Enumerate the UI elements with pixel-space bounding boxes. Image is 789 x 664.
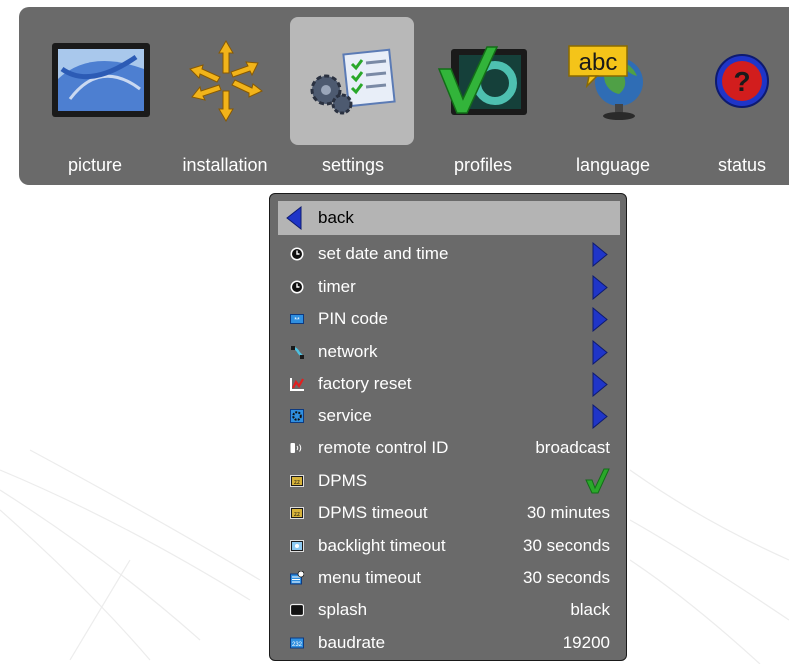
picture-icon (52, 43, 150, 117)
menu-item-label: set date and time (318, 244, 449, 263)
svg-text:zz: zz (294, 512, 300, 518)
menu-item-back[interactable]: back (278, 201, 620, 235)
back-arrow-icon (286, 206, 302, 230)
factory-reset-icon (290, 378, 304, 391)
pin-code-icon: ** (290, 314, 304, 324)
status-icon: ? (715, 54, 769, 108)
dpms-icon: zz (290, 507, 304, 519)
menu-item-timer[interactable]: timer (278, 272, 622, 302)
menu-item-label: service (318, 406, 372, 425)
svg-text:**: ** (294, 317, 300, 324)
nav-item-installation[interactable] (164, 17, 288, 145)
splash-icon (290, 603, 304, 617)
clock-icon (290, 247, 304, 261)
menu-item-value: 30 minutes (526, 503, 610, 522)
nav-item-picture[interactable] (40, 17, 164, 145)
nav-item-language[interactable]: abc (546, 17, 670, 145)
language-icon: abc (568, 45, 643, 120)
menu-item-label: remote control ID (318, 438, 449, 457)
menu-item-label: baudrate (318, 633, 386, 652)
remote-control-icon (290, 443, 302, 453)
menu-item-label: PIN code (318, 309, 388, 328)
menu-item-value: black (570, 600, 610, 619)
menu-item-pin-code[interactable]: ** PIN code (278, 304, 622, 334)
nav-label-status[interactable]: status (667, 155, 789, 176)
menu-item-back-label: back (318, 208, 354, 227)
menu-item-label: menu timeout (318, 568, 421, 587)
submenu-arrow-icon (592, 242, 608, 267)
svg-text:abc: abc (579, 49, 618, 76)
backlight-icon (290, 540, 304, 552)
nav-item-profiles[interactable] (422, 17, 546, 145)
clock-icon (290, 280, 304, 294)
menu-item-network[interactable]: network (278, 337, 622, 367)
menu-item-label: splash (318, 600, 368, 619)
menu-item-backlight-timeout[interactable]: backlight timeout 30 seconds (278, 531, 622, 561)
submenu-arrow-icon (592, 340, 608, 365)
checkmark-icon[interactable] (584, 468, 610, 494)
menu-item-splash[interactable]: splash black (278, 595, 622, 625)
menu-item-value: 19200 (562, 633, 610, 652)
menu-item-label: factory reset (318, 374, 412, 393)
menu-item-baudrate[interactable]: 232 baudrate 19200 (278, 628, 622, 658)
svg-text:232: 232 (292, 642, 303, 648)
dpms-icon: zz (290, 475, 304, 487)
settings-icon (310, 48, 396, 115)
menu-timeout-icon (290, 571, 304, 585)
installation-icon (189, 40, 263, 122)
menu-item-label: timer (318, 277, 356, 296)
submenu-arrow-icon (592, 404, 608, 429)
service-icon (290, 409, 304, 423)
svg-text:zz: zz (294, 480, 300, 486)
submenu-arrow-icon (592, 307, 608, 332)
menu-item-label: network (318, 342, 378, 361)
menu-item-value: broadcast (535, 438, 610, 457)
menu-item-value: 30 seconds (523, 568, 610, 587)
submenu-arrow-icon (592, 275, 608, 300)
nav-item-settings[interactable] (290, 17, 414, 145)
menu-item-remote-control-id[interactable]: remote control ID broadcast (278, 433, 622, 463)
top-navigation-bar: picture installation settings profiles a… (19, 7, 789, 185)
menu-item-set-date-and-time[interactable]: set date and time (278, 239, 622, 269)
menu-item-menu-timeout[interactable]: menu timeout 30 seconds (278, 563, 622, 593)
menu-item-label: DPMS timeout (318, 503, 428, 522)
baudrate-icon: 232 (290, 637, 304, 649)
menu-item-label: DPMS (318, 471, 368, 490)
nav-label-language[interactable]: language (538, 155, 688, 176)
profiles-icon (437, 46, 527, 115)
submenu-arrow-icon (592, 372, 608, 397)
menu-item-dpms-timeout[interactable]: zz DPMS timeout 30 minutes (278, 498, 622, 528)
nav-item-status[interactable]: ? (680, 17, 789, 145)
menu-item-value: 30 seconds (523, 536, 610, 555)
nav-label-settings[interactable]: settings (278, 155, 428, 176)
menu-item-service[interactable]: service (278, 401, 622, 431)
menu-item-factory-reset[interactable]: factory reset (278, 369, 622, 399)
menu-item-label: backlight timeout (318, 536, 446, 555)
menu-item-dpms[interactable]: zz DPMS (278, 466, 622, 496)
svg-text:?: ? (733, 66, 750, 97)
network-icon (290, 346, 304, 359)
nav-label-picture[interactable]: picture (20, 155, 170, 176)
nav-label-profiles[interactable]: profiles (408, 155, 558, 176)
settings-menu: back set date and time timer ** PIN code (269, 193, 627, 661)
